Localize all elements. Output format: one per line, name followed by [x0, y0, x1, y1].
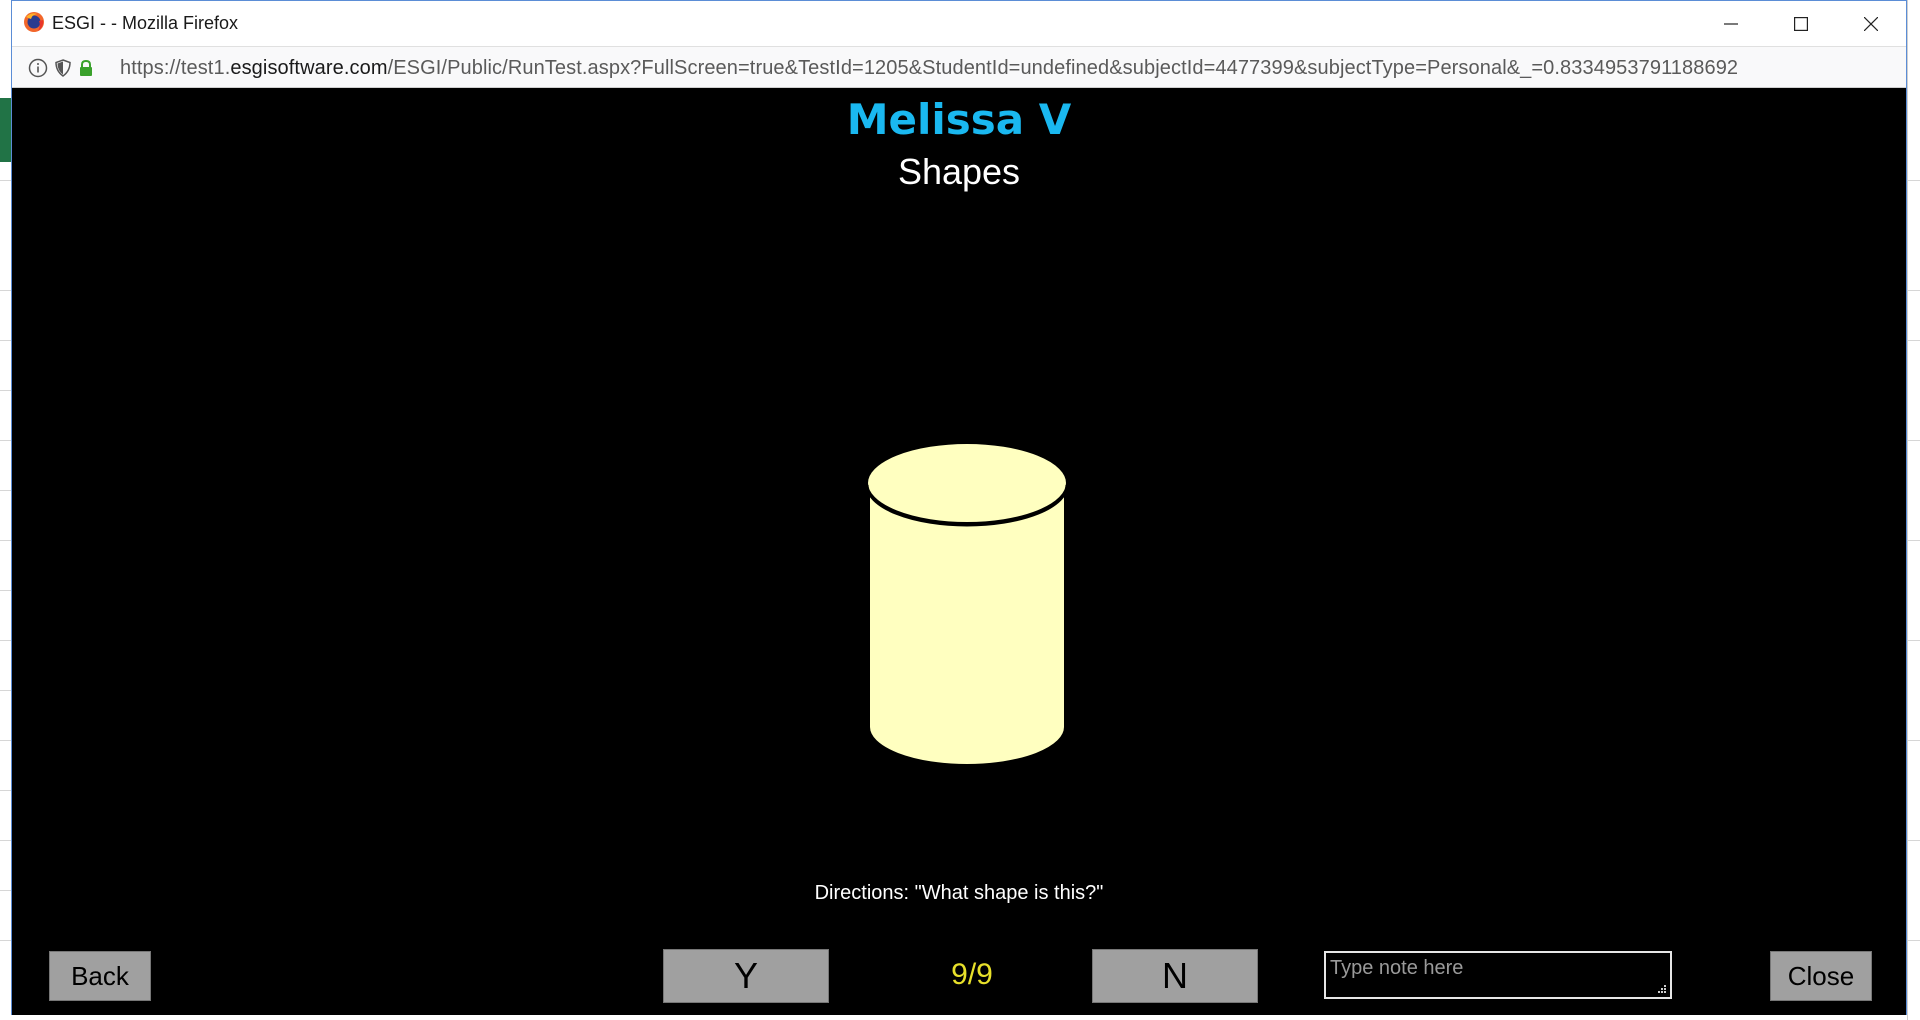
- yes-button[interactable]: Y: [663, 949, 829, 1003]
- tracking-shield-icon[interactable]: [53, 58, 73, 78]
- note-field-wrapper: [1324, 951, 1672, 999]
- maximize-icon: [1794, 16, 1808, 31]
- close-icon: [1864, 16, 1878, 31]
- cylinder-icon: [865, 442, 1069, 766]
- resize-grip-icon[interactable]: [1657, 984, 1667, 994]
- secure-lock-icon[interactable]: [76, 58, 96, 78]
- url-path: /ESGI/Public/RunTest.aspx?FullScreen=tru…: [387, 57, 1739, 79]
- desktop-app-strip: [0, 98, 11, 162]
- desktop-left-edge: [0, 0, 11, 1020]
- url-bar[interactable]: https://test1.esgisoftware.com/ESGI/Publ…: [12, 46, 1906, 88]
- directions-text: Directions: "What shape is this?": [814, 882, 1104, 904]
- browser-window: ESGI - - Mozilla Firefox https://test1.e…: [11, 0, 1907, 1015]
- test-name: Shapes: [897, 151, 1021, 192]
- info-icon[interactable]: [28, 58, 48, 78]
- close-window-button[interactable]: [1836, 1, 1906, 46]
- no-button[interactable]: N: [1092, 949, 1258, 1003]
- title-bar[interactable]: ESGI - - Mozilla Firefox: [12, 1, 1906, 46]
- minimize-icon: [1724, 22, 1738, 25]
- maximize-button[interactable]: [1766, 1, 1836, 46]
- url-prefix: https://test1.: [120, 57, 231, 79]
- window-title: ESGI - - Mozilla Firefox: [52, 13, 239, 33]
- back-button[interactable]: Back: [49, 951, 151, 1001]
- question-progress: 9/9: [951, 958, 993, 991]
- test-content: Melissa V Shapes Directions: "What shape…: [12, 89, 1906, 1015]
- desktop-right-edge: [1907, 0, 1920, 1020]
- note-input[interactable]: [1326, 953, 1670, 997]
- url-domain: esgisoftware.com: [230, 57, 388, 79]
- url-text[interactable]: https://test1.esgisoftware.com/ESGI/Publ…: [120, 57, 1738, 80]
- minimize-button[interactable]: [1696, 1, 1766, 46]
- firefox-logo-icon: [24, 12, 44, 32]
- close-test-button[interactable]: Close: [1770, 951, 1872, 1001]
- student-name: Melissa V: [846, 95, 1072, 144]
